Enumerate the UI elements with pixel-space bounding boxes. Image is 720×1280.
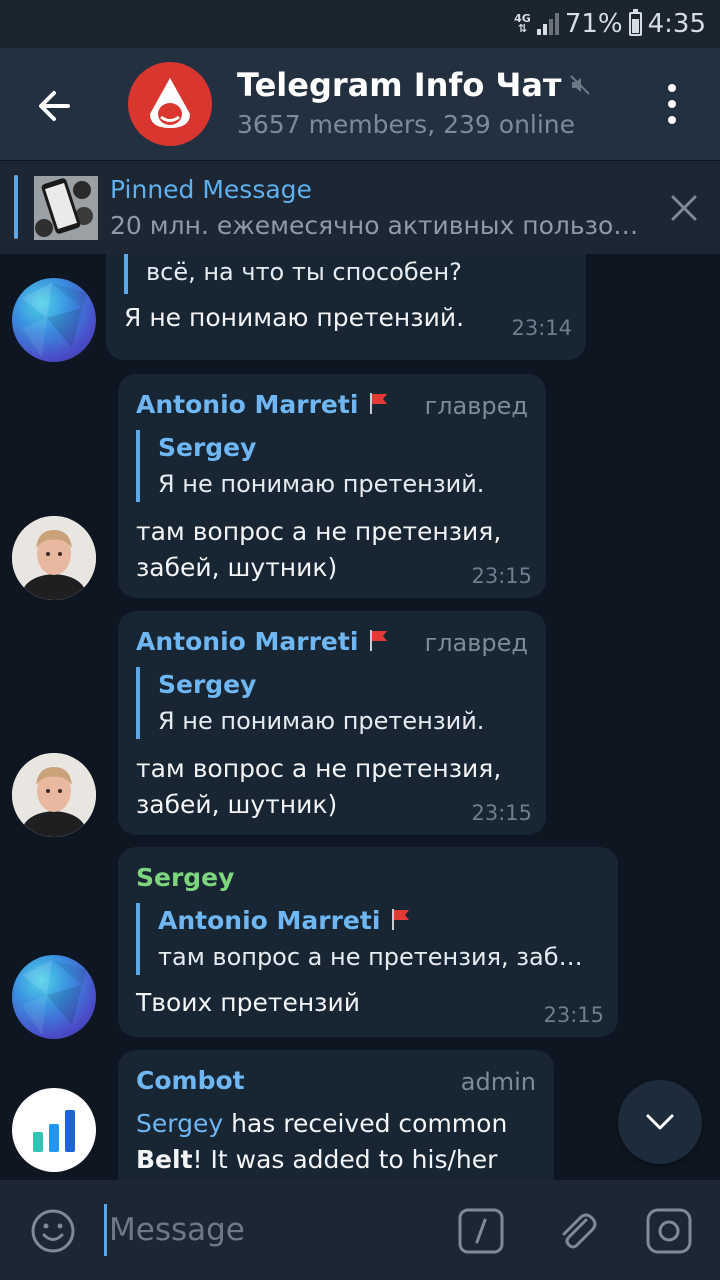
message-bubble[interactable]: Antonio Marreti главред Sergey Я не пони… — [118, 374, 546, 598]
red-flag-icon — [392, 909, 410, 930]
battery-percent: 71% — [564, 9, 623, 39]
combot-logo-icon — [33, 1110, 75, 1152]
bot-command-icon[interactable] — [456, 1206, 506, 1256]
network-type: 4G ⇅ — [514, 12, 531, 35]
group-avatar[interactable] — [128, 62, 212, 146]
reply-text: всё, на что ты способен? — [146, 258, 462, 286]
message-list[interactable]: всё, на что ты способен? Я не понимаю пр… — [0, 254, 720, 1180]
reply-quote[interactable]: Sergey Я не понимаю претензий. — [136, 667, 516, 739]
status-indicators: 4G ⇅ 71% 4:35 — [514, 8, 706, 40]
red-flag-icon — [370, 630, 388, 651]
message-bubble[interactable]: Combot admin Sergey has received common … — [118, 1050, 554, 1180]
message-time: 23:15 — [471, 564, 532, 588]
emoji-icon[interactable] — [28, 1206, 78, 1256]
more-options-icon[interactable] — [656, 84, 688, 124]
message-bubble[interactable]: всё, на что ты способен? Я не понимаю пр… — [106, 254, 586, 360]
reply-author: Sergey — [158, 670, 257, 699]
chat-title-row[interactable]: Telegram Info Чат — [237, 66, 591, 104]
message-time: 23:15 — [471, 801, 532, 825]
message-text: Я не понимаю претензий. — [124, 303, 465, 332]
reply-quote[interactable]: всё, на что ты способен? — [124, 254, 462, 294]
message-text: Sergey has received common Belt! It was … — [136, 1109, 508, 1174]
reply-quote[interactable]: Sergey Я не понимаю претензий. — [136, 430, 516, 502]
clock: 4:35 — [647, 9, 706, 39]
pinned-thumbnail — [34, 176, 98, 240]
battery-icon — [628, 9, 642, 36]
sender-name[interactable]: Sergey — [136, 863, 234, 892]
reply-author: Antonio Marreti — [158, 903, 586, 939]
attach-icon[interactable] — [552, 1206, 602, 1256]
chat-header: Telegram Info Чат 3657 members, 239 onli… — [0, 48, 720, 160]
avatar[interactable] — [12, 516, 96, 600]
avatar[interactable] — [12, 955, 96, 1039]
message-composer — [0, 1180, 720, 1280]
message-bubble[interactable]: Sergey Antonio Marreti там вопрос а не п… — [118, 847, 618, 1037]
user-mention[interactable]: Sergey — [136, 1109, 223, 1138]
avatar[interactable] — [12, 1088, 96, 1172]
reply-text: Я не понимаю претензий. — [158, 470, 485, 498]
sender-role: главред — [424, 629, 528, 657]
sender-role: главред — [424, 392, 528, 420]
message-text: там вопрос а не претензия, забей, шутник… — [136, 517, 502, 582]
chat-title: Telegram Info Чат — [237, 66, 562, 104]
avatar[interactable] — [12, 278, 96, 362]
back-arrow-icon[interactable] — [26, 78, 82, 134]
message-time: 23:15 — [543, 1003, 604, 1027]
message-text: Твоих претензий — [136, 988, 360, 1017]
signal-icon — [536, 13, 559, 35]
hooded-figure-icon — [150, 78, 190, 128]
status-bar: 4G ⇅ 71% 4:35 — [0, 0, 720, 48]
message-time: 23:14 — [511, 316, 572, 340]
sender-name[interactable]: Antonio Marreti — [136, 390, 392, 419]
pinned-text: 20 млн. ежемесячно активных пользователе… — [110, 211, 640, 240]
pinned-accent-line — [14, 175, 18, 239]
message-text: там вопрос а не претензия, забей, шутник… — [136, 754, 502, 819]
pinned-message-bar[interactable]: Pinned Message 20 млн. ежемесячно активн… — [0, 161, 720, 254]
red-flag-icon — [370, 393, 388, 414]
sender-name[interactable]: Antonio Marreti — [136, 627, 392, 656]
avatar[interactable] — [12, 753, 96, 837]
chat-subtitle: 3657 members, 239 online — [237, 110, 576, 139]
message-bubble[interactable]: Antonio Marreti главред Sergey Я не пони… — [118, 611, 546, 835]
reply-text: Я не понимаю претензий. — [158, 707, 485, 735]
reply-text: там вопрос а не претензия, забей, шутник… — [158, 943, 586, 971]
reply-author: Sergey — [158, 433, 257, 462]
camera-icon[interactable] — [644, 1206, 694, 1256]
chevron-down-icon — [646, 1114, 674, 1130]
close-icon[interactable] — [664, 188, 704, 228]
scroll-to-bottom-button[interactable] — [618, 1080, 702, 1164]
message-input[interactable] — [104, 1204, 424, 1256]
muted-speaker-icon — [570, 75, 591, 95]
sender-role: admin — [460, 1068, 536, 1096]
reply-quote[interactable]: Antonio Marreti там вопрос а не претензи… — [136, 903, 586, 975]
sender-name[interactable]: Combot — [136, 1066, 245, 1095]
pinned-label: Pinned Message — [110, 175, 312, 204]
